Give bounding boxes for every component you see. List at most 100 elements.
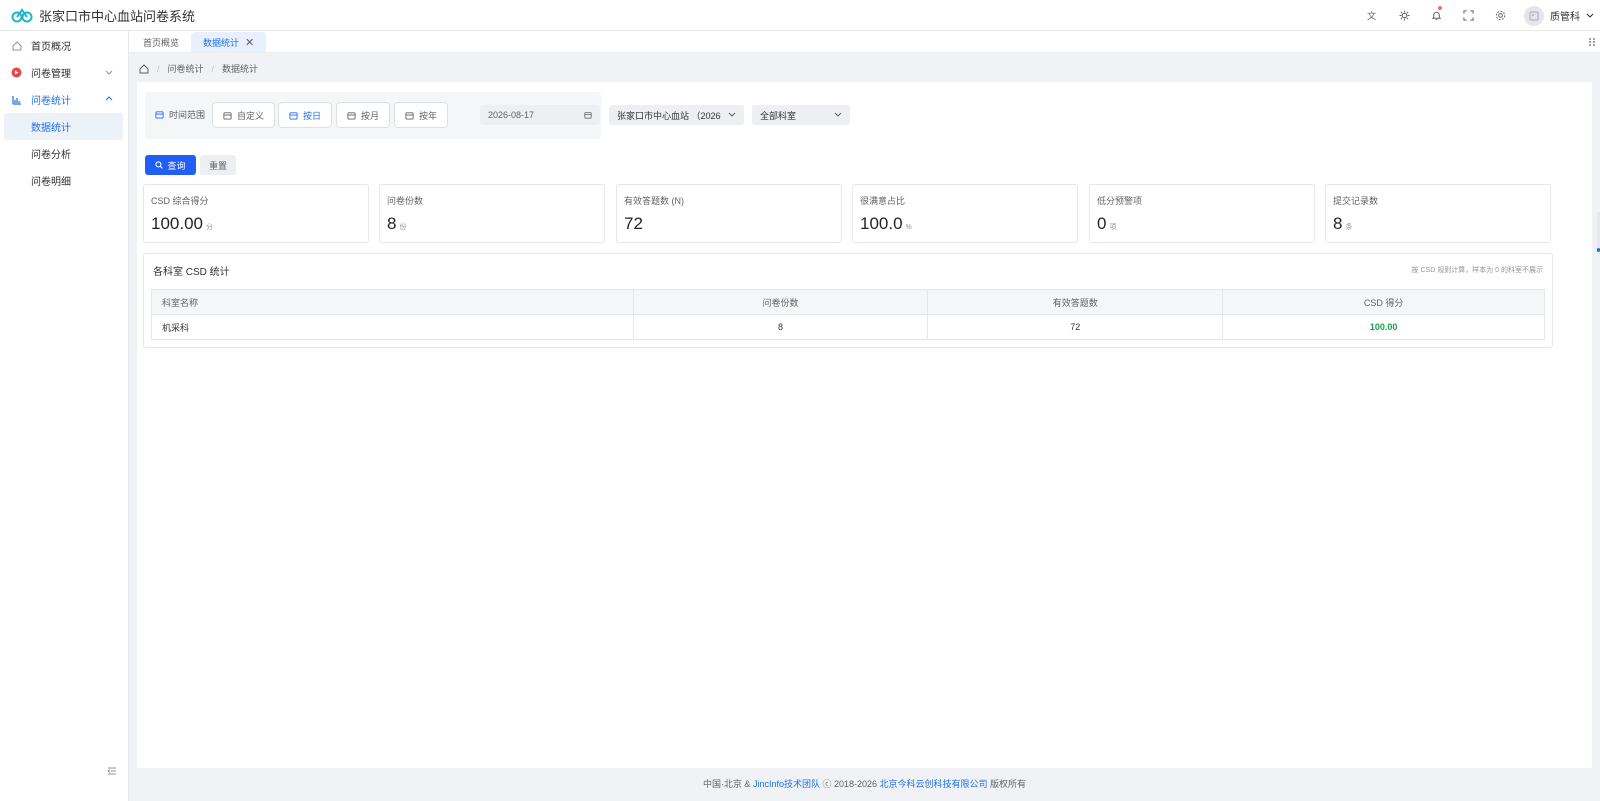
tab-data-stats[interactable]: 数据统计 ✕ <box>191 32 267 52</box>
breadcrumb-item: 数据统计 <box>222 64 259 74</box>
team-link[interactable]: JincInfo技术团队 <box>753 779 820 789</box>
stat-value: 0 <box>1097 214 1107 233</box>
calendar-icon <box>347 111 356 120</box>
sidebar-item-survey-manage[interactable]: 问卷管理 <box>0 59 128 86</box>
home-icon <box>11 40 22 51</box>
survey-icon <box>11 67 22 78</box>
stat-label: CSD 综合得分 <box>151 196 209 206</box>
date-picker-input[interactable]: 2026-08-17 <box>480 105 600 125</box>
close-icon[interactable]: ✕ <box>245 36 254 49</box>
stat-unit: % <box>905 224 912 231</box>
search-icon <box>155 161 164 169</box>
sidebar-item-label: 问卷统计 <box>31 96 71 107</box>
chevron-up-icon <box>105 96 113 101</box>
chevron-down-icon <box>105 70 113 75</box>
stat-value: 100.00 <box>151 214 203 233</box>
theme-icon[interactable] <box>1388 0 1420 31</box>
calendar-icon <box>584 112 592 119</box>
by-day-button[interactable]: 按日 <box>278 102 333 128</box>
panel-title: 各科室 CSD 统计 <box>153 267 230 278</box>
stat-value: 100.0 <box>860 214 903 233</box>
sidebar-item-label: 问卷分析 <box>31 150 71 161</box>
app-title: 张家口市中心血站问卷系统 <box>39 8 196 24</box>
stat-unit: 份 <box>399 224 407 231</box>
chevron-down-icon <box>1586 13 1594 18</box>
sidebar-item-label: 首页概况 <box>31 42 71 53</box>
fullscreen-icon[interactable] <box>1452 0 1484 31</box>
calendar-icon <box>289 111 298 120</box>
stat-value: 72 <box>624 214 643 233</box>
stat-card-submit-records: 提交记录数 8条 <box>1325 184 1551 243</box>
dept-csd-table: 科室名称 问卷份数 有效答题数 CSD 得分 机采科 8 72 100.00 <box>151 289 1545 340</box>
more-vertical-icon[interactable] <box>1588 37 1596 47</box>
time-range-label: 时间范围 <box>155 108 205 121</box>
by-month-button[interactable]: 按月 <box>336 102 391 128</box>
sidebar-item-label: 数据统计 <box>31 123 71 134</box>
collapse-sidebar-icon[interactable] <box>107 766 117 776</box>
stat-card-very-satisfied-ratio: 很满意占比 100.0% <box>852 184 1078 243</box>
main-content: 时间范围 自定义 按日 按月 按年 2026-08-17 张家口市中心血站 （2… <box>137 82 1592 768</box>
tabs-bar: 首页概览 数据统计 ✕ <box>129 31 1600 53</box>
stat-value: 8 <box>387 214 397 233</box>
column-header: 问卷份数 <box>632 289 929 315</box>
top-header: 张家口市中心血站问卷系统 文 质管科 <box>0 0 1600 31</box>
stat-card-csd-score: CSD 综合得分 100.00 分 <box>143 184 369 243</box>
dept-name-cell: 机采科 <box>151 314 634 340</box>
sidebar-item-home[interactable]: 首页概况 <box>0 32 128 59</box>
tab-home-overview[interactable]: 首页概览 <box>131 32 191 52</box>
svg-text:文: 文 <box>1367 10 1376 21</box>
column-header: 科室名称 <box>151 289 634 315</box>
footer: 中国·北京 & JincInfo技术团队 ⓒ 2018-2026 北京今科云创科… <box>702 779 1027 789</box>
sidebar-subitem-survey-analysis[interactable]: 问卷分析 <box>0 140 128 167</box>
translate-icon[interactable]: 文 <box>1356 0 1388 31</box>
sidebar: 首页概况 问卷管理 问卷统计 数据统计 问卷分析 问卷明细 <box>0 31 129 801</box>
table-header-row: 科室名称 问卷份数 有效答题数 CSD 得分 <box>151 289 1545 315</box>
valid-answers-cell: 72 <box>927 314 1224 340</box>
survey-count-cell: 8 <box>632 314 929 340</box>
sidebar-item-survey-stats[interactable]: 问卷统计 <box>0 86 128 113</box>
stat-value: 8 <box>1333 214 1343 233</box>
stat-unit: 项 <box>1109 224 1117 231</box>
panel-note: 按 CSD 规则计算，样本为 0 的科室不展示 <box>1411 267 1543 274</box>
stat-label: 问卷份数 <box>387 196 424 206</box>
sidebar-item-label: 问卷管理 <box>31 69 71 80</box>
custom-range-button[interactable]: 自定义 <box>212 102 276 128</box>
column-header: CSD 得分 <box>1222 289 1545 315</box>
by-year-button[interactable]: 按年 <box>394 102 449 128</box>
user-menu[interactable]: 质管科 <box>1516 5 1594 26</box>
stat-card-low-score-warnings: 低分预警项 0项 <box>1089 184 1315 243</box>
home-icon[interactable] <box>139 63 149 74</box>
sidebar-item-label: 问卷明细 <box>31 177 71 188</box>
stat-label: 低分预警项 <box>1097 196 1143 206</box>
calendar-icon <box>223 111 232 120</box>
chevron-down-icon <box>728 112 736 117</box>
dept-csd-panel: 各科室 CSD 统计 按 CSD 规则计算，样本为 0 的科室不展示 科室名称 … <box>143 253 1553 348</box>
csd-score-cell: 100.00 <box>1222 314 1545 340</box>
user-name: 质管科 <box>1550 12 1580 23</box>
chart-icon <box>11 94 22 105</box>
stat-card-survey-count: 问卷份数 8份 <box>379 184 605 243</box>
query-button[interactable]: 查询 <box>145 155 196 175</box>
logo[interactable]: 张家口市中心血站问卷系统 <box>0 6 195 25</box>
tab-label: 首页概览 <box>143 37 180 48</box>
company-link[interactable]: 北京今科云创科技有限公司 <box>880 779 988 789</box>
stat-label: 很满意占比 <box>860 196 906 206</box>
bell-icon[interactable] <box>1420 0 1452 31</box>
settings-icon[interactable] <box>1484 0 1516 31</box>
notification-dot <box>1438 6 1442 10</box>
calendar-icon <box>405 111 414 120</box>
stat-unit: 分 <box>206 224 213 231</box>
chevron-down-icon <box>834 112 842 117</box>
stat-unit: 条 <box>1345 224 1353 231</box>
column-header: 有效答题数 <box>927 289 1224 315</box>
reset-button[interactable]: 重置 <box>200 155 236 175</box>
table-row: 机采科 8 72 100.00 <box>151 314 1545 340</box>
breadcrumb-item[interactable]: 问卷统计 <box>168 62 204 75</box>
stat-label: 有效答题数 (N) <box>624 196 684 206</box>
breadcrumb: / 问卷统计 / 数据统计 <box>139 62 258 75</box>
station-select[interactable]: 张家口市中心血站 （2026# <box>609 105 744 125</box>
sidebar-subitem-survey-detail[interactable]: 问卷明细 <box>0 167 128 194</box>
sidebar-subitem-data-stats[interactable]: 数据统计 <box>4 113 123 140</box>
department-select[interactable]: 全部科室 <box>752 105 850 125</box>
logo-icon <box>11 8 33 23</box>
